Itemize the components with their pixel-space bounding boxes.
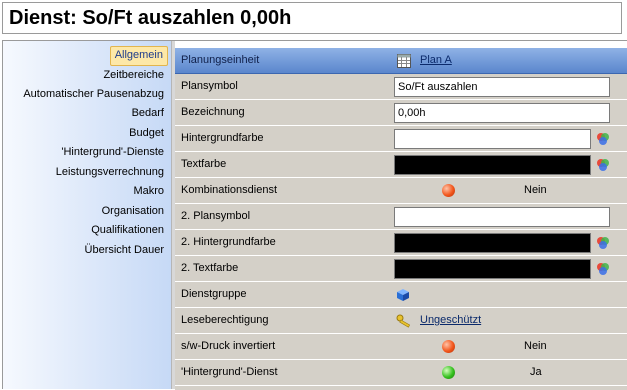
row-hintergrundfarbe: Hintergrundfarbe: [175, 126, 627, 152]
textfarbe2-swatch[interactable]: [394, 259, 591, 279]
row-textfarbe2: 2. Textfarbe: [175, 256, 627, 282]
leseberechtigung-link[interactable]: Ungeschützt: [420, 308, 481, 333]
sidebar-item-zeitbereiche[interactable]: Zeitbereiche: [99, 66, 168, 84]
sidebar-item-leistungsverrechnung[interactable]: Leistungsverrechnung: [52, 163, 168, 181]
sidebar-nav: Allgemein Zeitbereiche Automatischer Pau…: [3, 41, 171, 389]
label-leseberechtigung: Leseberechtigung: [181, 314, 269, 326]
status-green-icon[interactable]: [442, 366, 455, 379]
row-dienstgruppe: Dienstgruppe: [175, 282, 627, 308]
textfarbe-swatch[interactable]: [394, 155, 591, 175]
label-hintergrund-dienst: 'Hintergrund'-Dienst: [181, 366, 278, 378]
sidebar-item-label: Budget: [129, 127, 164, 139]
sidebar-item-label: Leistungsverrechnung: [55, 166, 164, 178]
label-kombinationsdienst: Kombinationsdienst: [181, 184, 278, 196]
sidebar-item-label: Organisation: [101, 205, 164, 217]
hintergrundfarbe-swatch[interactable]: [394, 129, 591, 149]
sidebar-item-label: Automatischer Pausenabzug: [23, 88, 164, 100]
planungseinheit-link[interactable]: Plan A: [420, 48, 452, 73]
row-planungseinheit: Planungseinheit Plan A: [175, 48, 627, 74]
sidebar-item-bedarf[interactable]: Bedarf: [128, 104, 168, 122]
cube-icon[interactable]: [396, 288, 410, 302]
sidebar-item-qualifikationen[interactable]: Qualifikationen: [87, 221, 168, 239]
sidebar-item-label: Bedarf: [131, 107, 164, 119]
sidebar-item-label: Allgemein: [114, 49, 163, 61]
label-plansymbol2: 2. Plansymbol: [181, 210, 251, 222]
row-sw-druck: s/w-Druck invertiert Nein: [175, 334, 627, 360]
label-textfarbe: Textfarbe: [181, 158, 227, 170]
sidebar-item-label: Qualifikationen: [91, 224, 164, 236]
status-red-icon[interactable]: [442, 184, 455, 197]
row-plansymbol: Plansymbol So/Ft auszahlen: [175, 74, 627, 100]
sidebar-item-organisation[interactable]: Organisation: [98, 202, 168, 220]
sidebar-item-pausenabzug[interactable]: Automatischer Pausenabzug: [19, 85, 168, 103]
label-plansymbol: Plansymbol: [181, 80, 238, 92]
main-frame: Allgemein Zeitbereiche Automatischer Pau…: [2, 40, 627, 390]
row-hintergrund-dienst: 'Hintergrund'-Dienst Ja: [175, 360, 627, 386]
row-leseberechtigung: Leseberechtigung Ungeschützt: [175, 308, 627, 334]
sidebar-item-allgemein[interactable]: Allgemein: [109, 46, 168, 66]
row-plansymbol2: 2. Plansymbol: [175, 204, 627, 230]
calendar-icon: [397, 54, 411, 68]
row-kombinationsdienst: Kombinationsdienst Nein: [175, 178, 627, 204]
plansymbol-input[interactable]: So/Ft auszahlen: [394, 77, 610, 97]
property-grid: Planungseinheit Plan A Plansymbol So/Ft …: [175, 48, 627, 390]
title-bar: Dienst: So/Ft auszahlen 0,00h: [2, 2, 622, 34]
row-hintergrundfarbe2: 2. Hintergrundfarbe: [175, 230, 627, 256]
sidebar-item-label: 'Hintergrund'-Dienste: [61, 146, 164, 158]
color-picker-icon[interactable]: [596, 236, 610, 250]
sidebar-item-budget[interactable]: Budget: [125, 124, 168, 142]
sidebar-item-uebersicht-dauer[interactable]: Übersicht Dauer: [81, 241, 168, 259]
label-dienstgruppe: Dienstgruppe: [181, 288, 247, 300]
window-title: Dienst: So/Ft auszahlen 0,00h: [9, 7, 292, 29]
sidebar-item-label: Makro: [133, 185, 164, 197]
row-bezeichnung: Bezeichnung 0,00h: [175, 100, 627, 126]
color-picker-icon[interactable]: [596, 132, 610, 146]
sidebar-item-hintergrund-dienste[interactable]: 'Hintergrund'-Dienste: [57, 143, 168, 161]
label-sw-druck: s/w-Druck invertiert: [181, 340, 276, 352]
kombinationsdienst-value: Nein: [524, 184, 547, 196]
plansymbol2-input[interactable]: [394, 207, 610, 227]
sidebar-item-makro[interactable]: Makro: [129, 182, 168, 200]
status-red-icon[interactable]: [442, 340, 455, 353]
sw-druck-value: Nein: [524, 340, 547, 352]
row-textfarbe: Textfarbe: [175, 152, 627, 178]
sidebar-item-label: Zeitbereiche: [103, 69, 164, 81]
color-picker-icon[interactable]: [596, 158, 610, 172]
color-picker-icon[interactable]: [596, 262, 610, 276]
label-planungseinheit: Planungseinheit: [181, 54, 260, 66]
bezeichnung-input[interactable]: 0,00h: [394, 103, 610, 123]
hintergrundfarbe2-swatch[interactable]: [394, 233, 591, 253]
label-bezeichnung: Bezeichnung: [181, 106, 245, 118]
label-textfarbe2: 2. Textfarbe: [181, 262, 239, 274]
label-hintergrundfarbe2: 2. Hintergrundfarbe: [181, 236, 276, 248]
key-icon: [396, 314, 411, 328]
sidebar-item-label: Übersicht Dauer: [84, 244, 164, 256]
label-hintergrundfarbe: Hintergrundfarbe: [181, 132, 264, 144]
hintergrund-dienst-value: Ja: [530, 366, 542, 378]
